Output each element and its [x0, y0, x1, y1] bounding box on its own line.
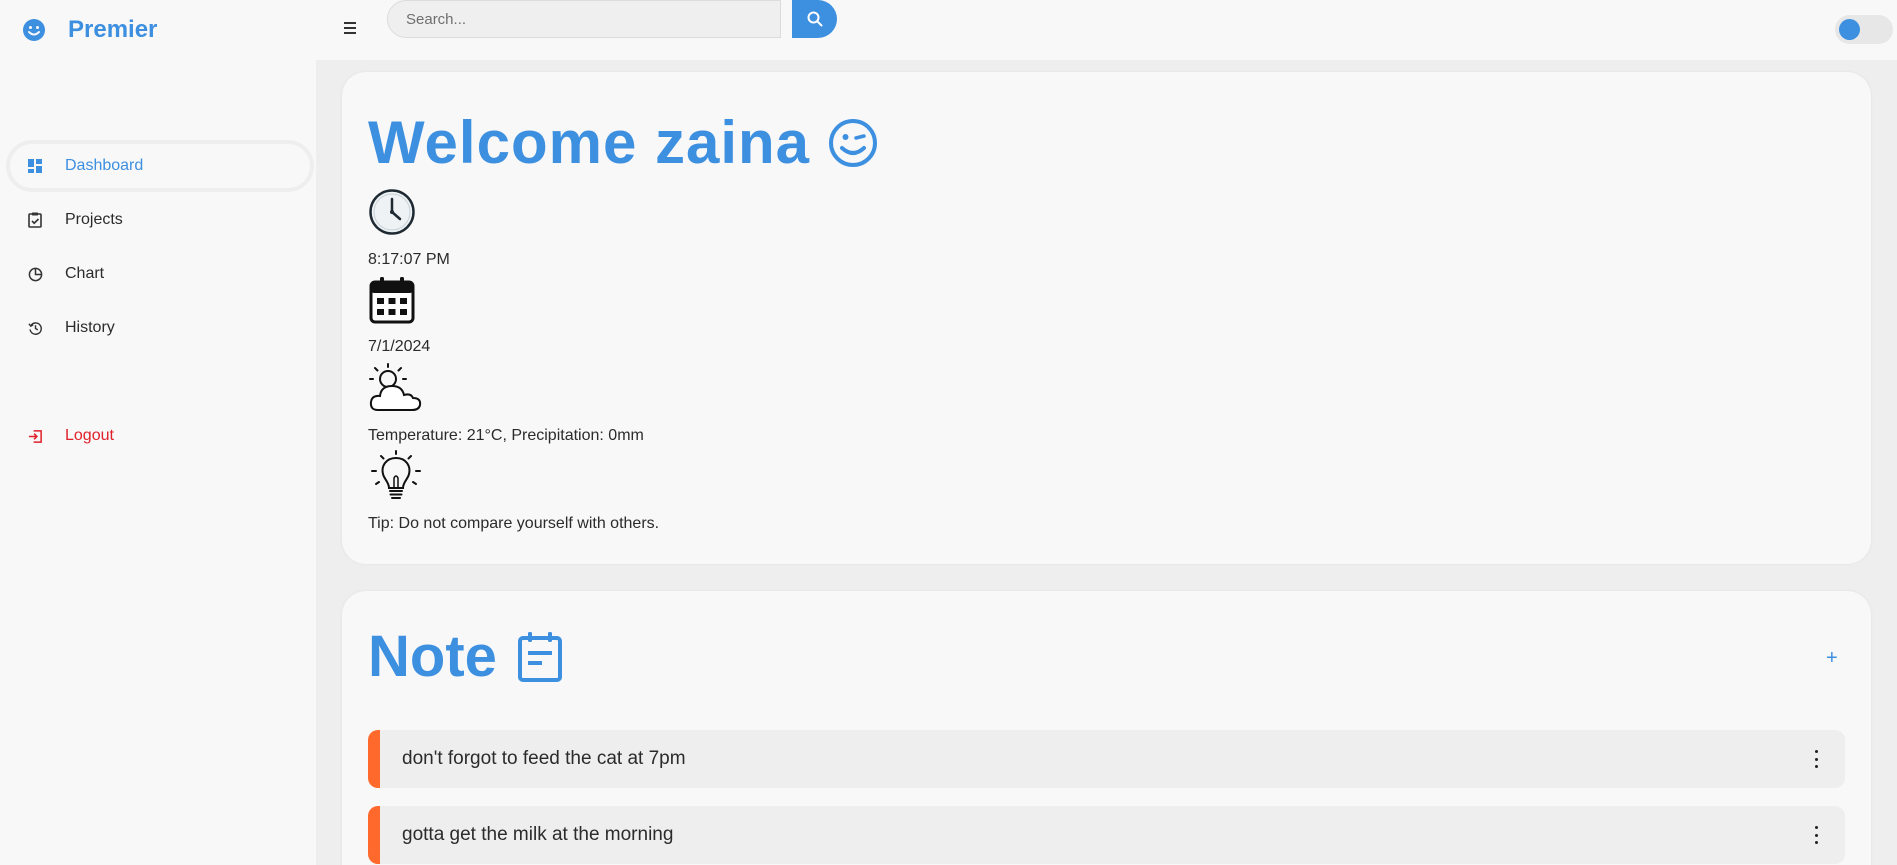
more-options-icon[interactable] — [1813, 826, 1819, 844]
hamburger-icon[interactable] — [344, 19, 360, 39]
weather-sun-cloud-icon — [369, 363, 422, 411]
sidebar-item-chart[interactable]: Chart — [10, 252, 310, 296]
sidebar: Dashboard Projects Chart History Logout — [0, 60, 316, 865]
note-heading: Note — [368, 624, 497, 689]
note-text: don't forgot to feed the cat at 7pm — [402, 748, 686, 769]
note-item[interactable]: gotta get the milk at the morning — [368, 806, 1845, 864]
sidebar-item-label: Chart — [65, 265, 105, 282]
smiley-icon — [23, 19, 45, 41]
current-date: 7/1/2024 — [368, 338, 431, 355]
more-options-icon[interactable] — [1813, 750, 1819, 768]
toggle-knob — [1839, 19, 1860, 40]
clock-icon — [369, 189, 415, 235]
note-title: Note — [368, 623, 563, 690]
wink-face-icon — [829, 118, 878, 167]
sidebar-item-label: Dashboard — [65, 157, 144, 174]
search-icon — [807, 11, 822, 27]
add-note-button[interactable]: + — [1826, 647, 1838, 670]
sidebar-item-history[interactable]: History — [10, 306, 310, 350]
brand-name: Premier — [68, 16, 158, 43]
sidebar-item-label: History — [65, 319, 115, 336]
main-content: Welcome zaina 8:17:07 PM 7/1/2024 Temper… — [316, 60, 1897, 865]
logout-button[interactable]: Logout — [10, 414, 310, 458]
sidebar-item-label: Projects — [65, 211, 123, 228]
lightbulb-icon — [371, 450, 421, 499]
welcome-card: Welcome zaina 8:17:07 PM 7/1/2024 Temper… — [342, 72, 1871, 564]
brand[interactable]: Premier — [22, 14, 157, 46]
daily-tip: Tip: Do not compare yourself with others… — [368, 515, 660, 532]
pie-chart-icon — [27, 266, 43, 282]
logout-icon — [27, 428, 43, 444]
note-icon — [517, 631, 562, 682]
clipboard-check-icon — [27, 212, 43, 228]
sidebar-item-dashboard[interactable]: Dashboard — [10, 144, 310, 188]
note-text: gotta get the milk at the morning — [402, 824, 674, 845]
dashboard-icon — [27, 158, 43, 174]
current-time: 8:17:07 PM — [368, 251, 450, 268]
search-input[interactable] — [387, 0, 781, 38]
sidebar-item-projects[interactable]: Projects — [10, 198, 310, 242]
note-card: Note + don't forgot to feed the cat at 7… — [342, 591, 1871, 865]
top-bar: Premier — [0, 0, 1897, 60]
note-stripe — [368, 806, 380, 864]
welcome-text: Welcome zaina — [368, 109, 811, 176]
theme-toggle[interactable] — [1835, 15, 1893, 44]
weather-info: Temperature: 21°C, Precipitation: 0mm — [368, 427, 644, 444]
history-icon — [27, 320, 43, 336]
logout-label: Logout — [65, 427, 114, 444]
search-button[interactable] — [792, 0, 837, 38]
welcome-title: Welcome zaina — [368, 108, 878, 177]
note-item[interactable]: don't forgot to feed the cat at 7pm — [368, 730, 1845, 788]
calendar-icon — [369, 277, 415, 324]
note-stripe — [368, 730, 380, 788]
